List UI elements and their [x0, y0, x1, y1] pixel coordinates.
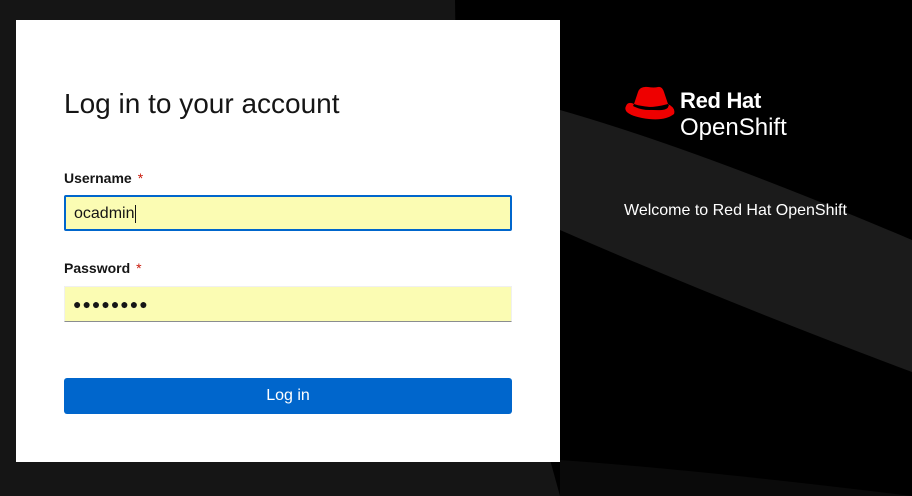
red-hat-fedora-icon — [625, 86, 675, 120]
text-caret — [135, 204, 137, 223]
username-label-text: Username — [64, 170, 132, 186]
product-name: OpenShift — [680, 114, 787, 141]
password-input[interactable]: ●●●●●●●● — [64, 286, 512, 322]
password-label: Password * — [64, 260, 142, 276]
page-title: Log in to your account — [64, 88, 340, 119]
brand-logo: Red Hat OpenShift — [624, 84, 844, 148]
required-mark: * — [137, 170, 144, 186]
welcome-text: Welcome to Red Hat OpenShift — [624, 202, 847, 219]
username-input[interactable]: ocadmin — [64, 195, 512, 231]
password-masked-value: ●●●●●●●● — [73, 296, 149, 312]
brand-name: Red Hat — [680, 88, 762, 113]
username-label: Username * — [64, 170, 143, 186]
brand-wordmark: Red Hat OpenShift — [680, 88, 787, 142]
login-button[interactable]: Log in — [64, 378, 512, 414]
password-label-text: Password — [64, 260, 131, 276]
login-card: Log in to your account Username * ocadmin… — [16, 20, 560, 462]
required-mark: * — [136, 260, 142, 276]
username-value: ocadmin — [74, 205, 135, 222]
